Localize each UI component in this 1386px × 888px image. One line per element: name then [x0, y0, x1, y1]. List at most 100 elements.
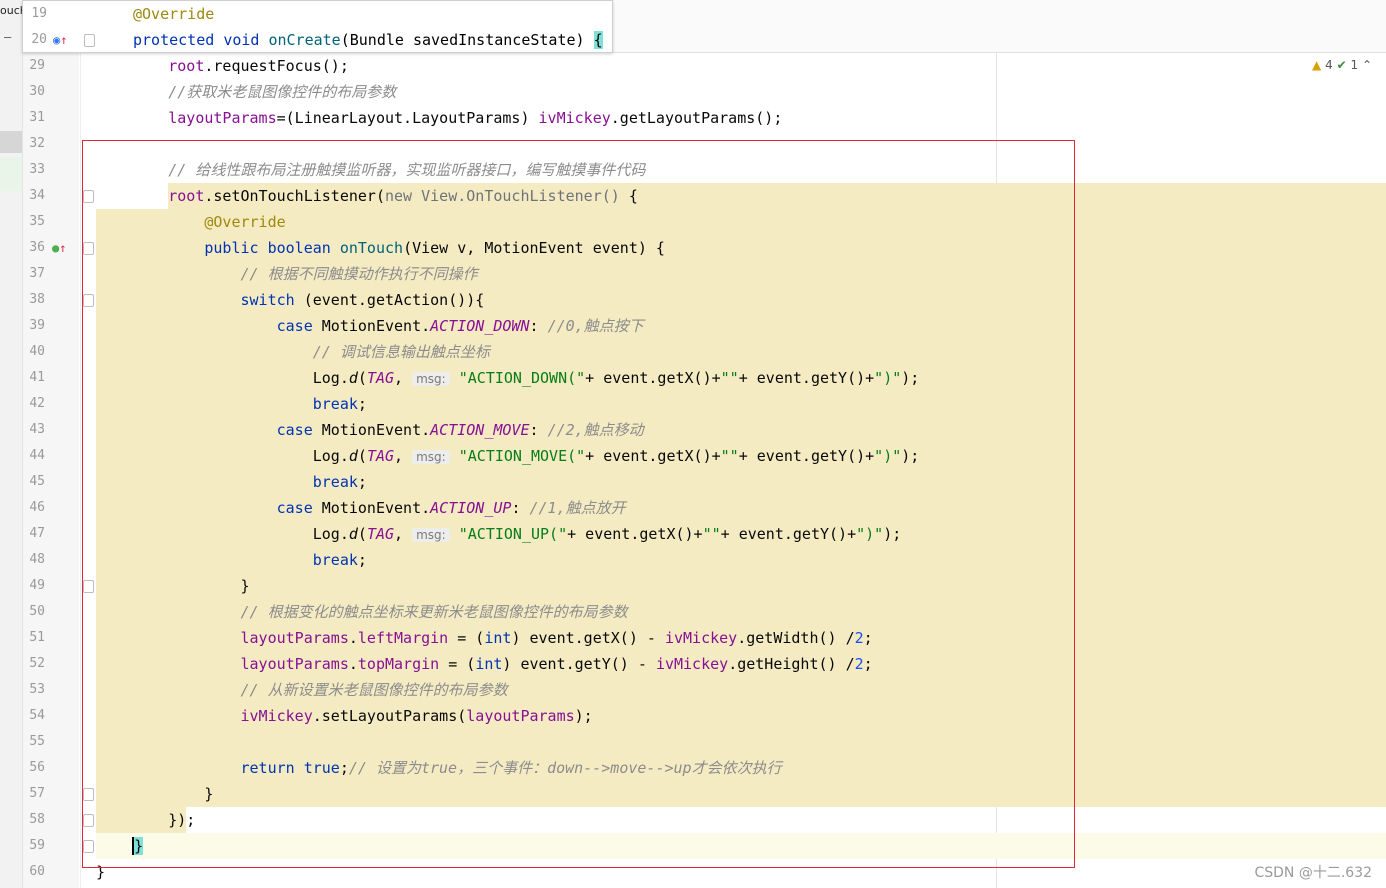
- line-code: break;: [96, 547, 367, 573]
- code-line[interactable]: 44 Log.d(TAG, msg: "ACTION_MOVE("+ event…: [0, 443, 1386, 469]
- chevron-up-icon[interactable]: ⌃: [1362, 58, 1372, 72]
- code-line[interactable]: 34 root.setOnTouchListener(new View.OnTo…: [0, 183, 1386, 209]
- fold-marker-icon[interactable]: [83, 814, 94, 827]
- code-token: :: [511, 499, 530, 517]
- code-line[interactable]: 49 }: [0, 573, 1386, 599]
- line-number: 44: [29, 448, 45, 463]
- code-line[interactable]: 40 // 调试信息输出触点坐标: [0, 339, 1386, 365]
- code-token: ACTION_DOWN: [430, 317, 530, 335]
- code-token: ")": [856, 525, 884, 543]
- code-token: break: [96, 395, 358, 413]
- inspection-widget[interactable]: ▲ 4 ✔ 1 ⌃: [1312, 58, 1372, 72]
- line-code: case MotionEvent.ACTION_MOVE: //2,触点移动: [96, 417, 644, 443]
- line-code: public boolean onTouch(View v, MotionEve…: [96, 235, 665, 261]
- code-line[interactable]: 59 }: [0, 833, 1386, 859]
- code-line[interactable]: 36 ●↑ public boolean onTouch(View v, Moti…: [0, 235, 1386, 261]
- code-token: d: [348, 525, 358, 543]
- code-line[interactable]: 48 break;: [0, 547, 1386, 573]
- code-token: {: [619, 187, 638, 205]
- code-token: }: [96, 577, 250, 595]
- code-token: topMargin: [357, 655, 440, 673]
- code-line[interactable]: 57 }: [0, 781, 1386, 807]
- code-line[interactable]: 33 // 给线性跟布局注册触摸监听器，实现监听器接口，编写触摸事件代码: [0, 157, 1386, 183]
- code-line[interactable]: 37 // 根据不同触摸动作执行不同操作: [0, 261, 1386, 287]
- code-token: MotionEvent.: [321, 421, 431, 439]
- parameter-hint: msg:: [412, 372, 450, 386]
- code-token: MotionEvent.: [321, 499, 431, 517]
- fold-marker-icon[interactable]: [84, 34, 95, 47]
- code-token: // 给线性跟布局注册触摸监听器，实现监听器接口，编写触摸事件代码: [96, 161, 646, 179]
- code-line[interactable]: 41 Log.d(TAG, msg: "ACTION_DOWN("+ event…: [0, 365, 1386, 391]
- line-number: 58: [29, 812, 45, 827]
- code-token: = (: [439, 655, 476, 673]
- code-token: ,: [394, 525, 413, 543]
- code-token: Log.: [96, 369, 349, 387]
- code-token: 2: [854, 629, 864, 647]
- line-number: 33: [29, 162, 45, 177]
- code-line[interactable]: 58 });: [0, 807, 1386, 833]
- overrides-method-icon[interactable]: ◉↑: [53, 27, 67, 53]
- code-line[interactable]: 29 root.requestFocus();: [0, 53, 1386, 79]
- code-line[interactable]: 50 // 根据变化的触点坐标来更新米老鼠图像控件的布局参数: [0, 599, 1386, 625]
- code-line[interactable]: 39 case MotionEvent.ACTION_DOWN: //0,触点按…: [0, 313, 1386, 339]
- code-token: layoutParams: [96, 109, 277, 127]
- code-token: (: [357, 525, 367, 543]
- code-token: // 设置为true，三个事件：down-->move-->up才会依次执行: [348, 759, 782, 777]
- code-line[interactable]: 53 // 从新设置米老鼠图像控件的布局参数: [0, 677, 1386, 703]
- code-line[interactable]: 52 layoutParams.topMargin = (int) event.…: [0, 651, 1386, 677]
- fold-marker-icon[interactable]: [83, 840, 94, 853]
- line-number: 53: [29, 682, 45, 697]
- sticky-header-line[interactable]: 19 @Override: [23, 1, 612, 27]
- collapse-icon[interactable]: —: [4, 30, 11, 44]
- code-line[interactable]: 56 return true;// 设置为true，三个事件：down-->mo…: [0, 755, 1386, 781]
- code-token: // 调试信息输出触点坐标: [96, 343, 490, 361]
- implements-method-icon[interactable]: ●↑: [52, 235, 70, 261]
- editor-top-area: [611, 0, 1386, 53]
- code-line[interactable]: 31 layoutParams=(LinearLayout.LayoutPara…: [0, 105, 1386, 131]
- code-token: :: [529, 421, 548, 439]
- sticky-scope-header[interactable]: 19 @Override 20 ◉↑ protected void onCreate(B…: [22, 0, 613, 53]
- code-token: 2: [854, 655, 864, 673]
- code-line[interactable]: 51 layoutParams.leftMargin = (int) event…: [0, 625, 1386, 651]
- code-line[interactable]: 42 break;: [0, 391, 1386, 417]
- current-line-highlight: [96, 833, 1386, 859]
- line-code: // 给线性跟布局注册触摸监听器，实现监听器接口，编写触摸事件代码: [96, 157, 645, 183]
- code-token: "ACTION_MOVE(": [449, 447, 586, 465]
- code-token: );: [574, 707, 593, 725]
- code-line[interactable]: 30 //获取米老鼠图像控件的布局参数: [0, 79, 1386, 105]
- code-token: ACTION_UP: [430, 499, 512, 517]
- line-number: 48: [29, 552, 45, 567]
- code-line[interactable]: 45 break;: [0, 469, 1386, 495]
- line-code: return true;// 设置为true，三个事件：down-->move-…: [96, 755, 782, 781]
- fold-marker-icon[interactable]: [83, 788, 94, 801]
- fold-marker-icon[interactable]: [83, 242, 94, 255]
- line-number: 35: [29, 214, 45, 229]
- code-token: switch: [96, 291, 304, 309]
- code-line[interactable]: 54 ivMickey.setLayoutParams(layoutParams…: [0, 703, 1386, 729]
- code-token: //获取米老鼠图像控件的布局参数: [96, 83, 397, 101]
- code-line[interactable]: 60}: [0, 859, 1386, 885]
- code-token: ) event.getY() -: [502, 655, 656, 673]
- code-line[interactable]: 47 Log.d(TAG, msg: "ACTION_UP("+ event.g…: [0, 521, 1386, 547]
- code-editor[interactable]: ouch — 29 root.requestFocus(); 30 //获取米老鼠…: [0, 0, 1386, 888]
- line-number: 59: [29, 838, 45, 853]
- code-line[interactable]: 32: [0, 131, 1386, 157]
- code-line[interactable]: 35 @Override: [0, 209, 1386, 235]
- fold-marker-icon[interactable]: [83, 294, 94, 307]
- line-number: 20: [31, 32, 47, 47]
- fold-marker-icon[interactable]: [83, 190, 94, 203]
- sticky-header-line[interactable]: 20 ◉↑ protected void onCreate(Bundle saved…: [23, 27, 612, 53]
- code-line[interactable]: 46 case MotionEvent.ACTION_UP: //1,触点放开: [0, 495, 1386, 521]
- code-line[interactable]: 55: [0, 729, 1386, 755]
- code-token: root: [96, 57, 205, 75]
- code-highlight: [96, 209, 1386, 235]
- code-line[interactable]: 43 case MotionEvent.ACTION_MOVE: //2,触点移…: [0, 417, 1386, 443]
- code-token: d: [348, 447, 358, 465]
- fold-marker-icon[interactable]: [83, 580, 94, 593]
- code-line[interactable]: 38 switch (event.getAction()){: [0, 287, 1386, 313]
- code-token: public: [96, 239, 268, 257]
- code-token: + event.getX()+: [585, 447, 721, 465]
- line-number: 30: [29, 84, 45, 99]
- code-token: .getLayoutParams();: [610, 109, 783, 127]
- line-code: @Override: [96, 209, 285, 235]
